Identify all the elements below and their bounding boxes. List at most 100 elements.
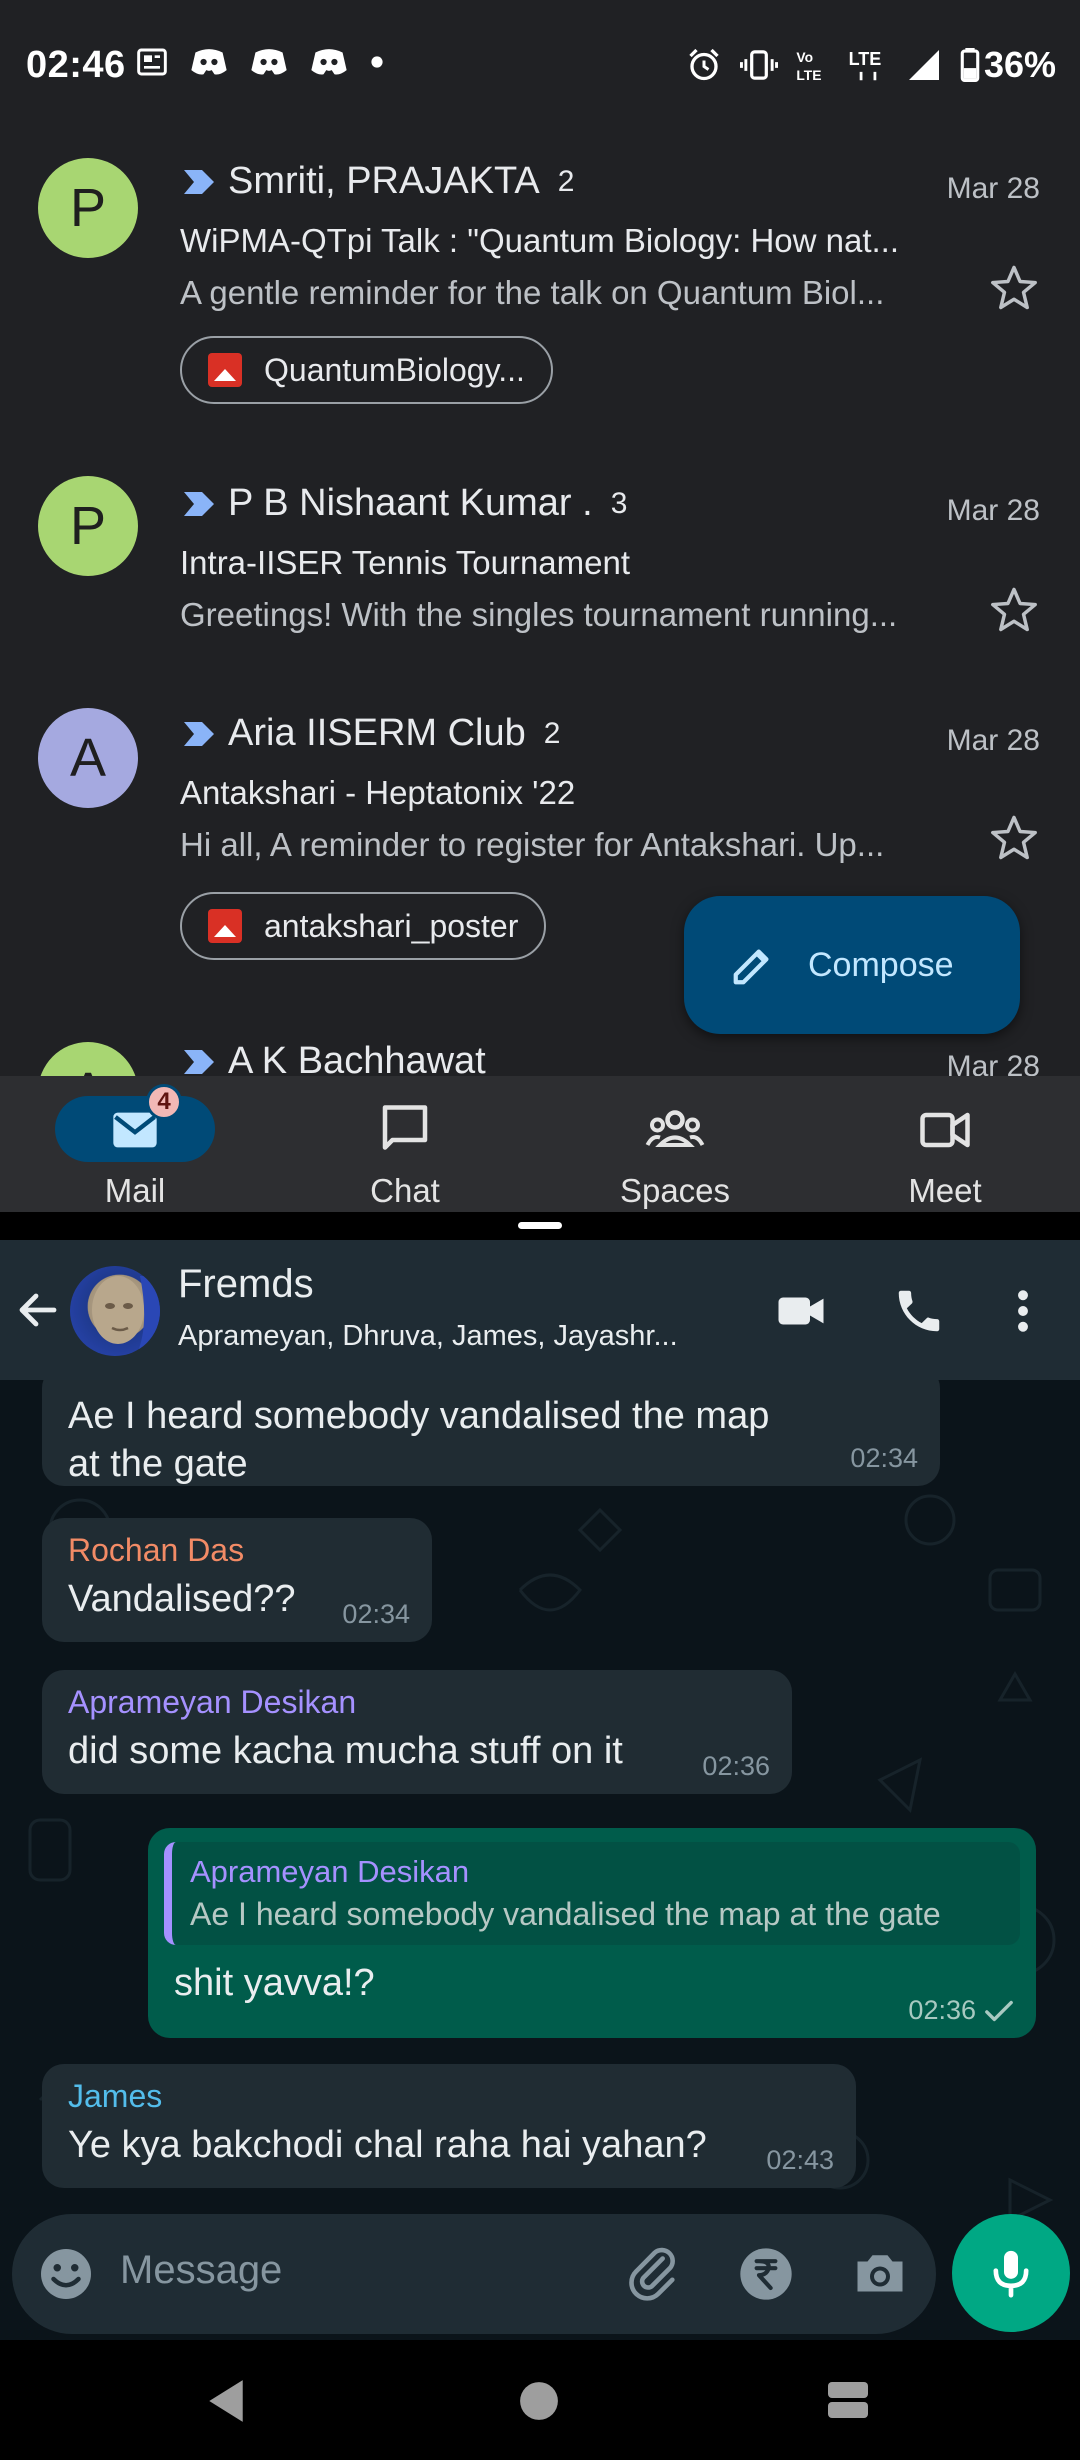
message-bubble-outgoing[interactable]: Aprameyan Desikan Ae I heard somebody va… [148, 1828, 1036, 2038]
message-time: 02:34 [342, 1599, 410, 1629]
vibrate-icon [739, 50, 778, 80]
avatar[interactable]: A [38, 708, 138, 808]
email-subject: Intra-IISER Tennis Tournament [180, 544, 631, 581]
email-date: Mar 28 [946, 494, 1040, 527]
message-sender[interactable]: Aprameyan Desikan [68, 1684, 766, 1721]
email-date: Mar 28 [946, 724, 1040, 757]
importance-marker-icon[interactable] [180, 490, 218, 518]
attachment-chip[interactable]: QuantumBiology... [180, 336, 553, 404]
alarm-icon [689, 48, 719, 81]
video-camera-icon [920, 1112, 970, 1148]
battery-icon [960, 48, 980, 82]
back-arrow-icon[interactable] [14, 1286, 62, 1334]
email-date: Mar 28 [946, 172, 1040, 205]
image-file-icon [208, 909, 242, 943]
split-screen-divider[interactable] [0, 1212, 1080, 1240]
importance-marker-icon[interactable] [180, 1048, 218, 1076]
email-row[interactable]: P Smriti, PRAJAKTA 2 Mar 28 WiPMA-QTpi T… [0, 130, 1080, 430]
message-bubble[interactable]: Rochan Das Vandalised?? 02:34 [42, 1518, 432, 1642]
message-input-bar[interactable]: Message [12, 2214, 936, 2334]
system-navigation-bar [0, 2340, 1080, 2460]
news-icon [137, 48, 167, 76]
message-sender[interactable]: Rochan Das [68, 1532, 406, 1569]
message-sender[interactable]: James [68, 2078, 830, 2115]
tab-spaces[interactable]: Spaces [540, 1076, 810, 1212]
attachment-name: QuantumBiology... [264, 351, 525, 388]
email-date: Mar 28 [946, 1050, 1040, 1076]
message-time-text: 02:36 [908, 1995, 976, 2025]
attach-icon[interactable] [624, 2244, 682, 2302]
voice-message-button[interactable] [952, 2214, 1070, 2332]
thread-count: 3 [610, 486, 628, 520]
status-time: 02:46 [26, 44, 126, 86]
message-text: shit yavva!? [174, 1962, 375, 2004]
chat-messages[interactable]: Ae I heard somebody vandalised the map a… [0, 1380, 1080, 2340]
emoji-icon[interactable] [36, 2244, 96, 2304]
email-row[interactable]: A A K Bachhawat Mar 28 [0, 1032, 1080, 1076]
tab-mail[interactable]: 4 Mail [0, 1076, 270, 1212]
tab-chat[interactable]: Chat [270, 1076, 540, 1212]
chat-header: Fremds Aprameyan, Dhruva, James, Jayashr… [0, 1240, 1080, 1380]
email-sender: Aria IISERM Club [228, 712, 526, 754]
star-icon[interactable] [988, 262, 1040, 314]
message-time: 02:34 [850, 1443, 918, 1473]
message-input[interactable]: Message [120, 2248, 282, 2293]
message-bubble[interactable]: Ae I heard somebody vandalised the map a… [42, 1380, 940, 1486]
image-file-icon [208, 353, 242, 387]
rupee-payment-icon[interactable] [738, 2246, 794, 2302]
email-sender: Smriti, PRAJAKTA [228, 160, 540, 202]
message-bubble[interactable]: Aprameyan Desikan did some kacha mucha s… [42, 1670, 792, 1794]
chat-title[interactable]: Fremds [178, 1262, 314, 1307]
unread-badge: 4 [146, 1084, 182, 1120]
quoted-sender: Aprameyan Desikan [190, 1854, 470, 1889]
email-row[interactable]: P P B Nishaant Kumar . 3 Mar 28 Intra-II… [0, 456, 1080, 656]
quoted-message[interactable]: Aprameyan Desikan Ae I heard somebody va… [164, 1842, 1020, 1945]
status-bar: 02:46 Vo LTE LTE 36% [0, 0, 1080, 130]
thread-count: 2 [543, 716, 561, 750]
home-nav-icon[interactable] [518, 2380, 560, 2422]
divider-handle[interactable] [518, 1222, 562, 1229]
discord-icon [311, 49, 347, 75]
message-bubble[interactable]: James Ye kya bakchodi chal raha hai yaha… [42, 2064, 856, 2188]
message-time: 02:36 [908, 1995, 1014, 2026]
message-text: did some kacha mucha stuff on it [68, 1730, 623, 1772]
avatar[interactable]: P [38, 158, 138, 258]
gmail-bottom-nav: 4 Mail Chat Spaces Meet [0, 1076, 1080, 1212]
tab-meet[interactable]: Meet [810, 1076, 1080, 1212]
message-text: Ae I heard somebody vandalised the map a… [68, 1395, 770, 1485]
discord-icon [191, 49, 227, 75]
message-time: 02:36 [702, 1751, 770, 1781]
thread-count: 2 [557, 164, 575, 198]
notification-icons [136, 46, 384, 78]
importance-marker-icon[interactable] [180, 168, 218, 196]
group-avatar[interactable] [70, 1266, 160, 1356]
avatar[interactable]: P [38, 476, 138, 576]
star-icon[interactable] [988, 812, 1040, 864]
chat-members[interactable]: Aprameyan, Dhruva, James, Jayashr... [178, 1320, 738, 1353]
voice-call-icon[interactable] [892, 1284, 946, 1338]
quoted-text: Ae I heard somebody vandalised the map a… [190, 1896, 941, 1932]
more-options-icon[interactable] [996, 1284, 1050, 1338]
tab-label: Spaces [619, 1172, 731, 1209]
email-sender: P B Nishaant Kumar . [228, 482, 593, 524]
discord-icon [251, 49, 287, 75]
battery-level: 36% [983, 44, 1056, 85]
volte-icon: Vo LTE [796, 49, 821, 83]
back-nav-icon[interactable] [204, 2378, 248, 2424]
avatar[interactable]: A [38, 1042, 138, 1076]
importance-marker-icon[interactable] [180, 720, 218, 748]
pencil-icon [733, 949, 769, 985]
camera-icon[interactable] [850, 2244, 910, 2304]
attachment-name: antakshari_poster [264, 907, 519, 944]
compose-button[interactable]: Compose [684, 896, 1020, 1034]
svg-text:LTE: LTE [796, 67, 821, 83]
video-call-icon[interactable] [774, 1284, 828, 1338]
chat-icon [382, 1105, 428, 1150]
message-text: Ye kya bakchodi chal raha hai yahan? [68, 2124, 707, 2166]
star-icon[interactable] [988, 584, 1040, 636]
recents-nav-icon[interactable] [826, 2378, 870, 2422]
email-subject: WiPMA-QTpi Talk : "Quantum Biology: How … [180, 222, 900, 259]
attachment-chip[interactable]: antakshari_poster [180, 892, 547, 960]
email-subject: Antakshari - Heptatonix '22 [180, 774, 576, 811]
email-snippet: A gentle reminder for the talk on Quantu… [180, 274, 885, 311]
